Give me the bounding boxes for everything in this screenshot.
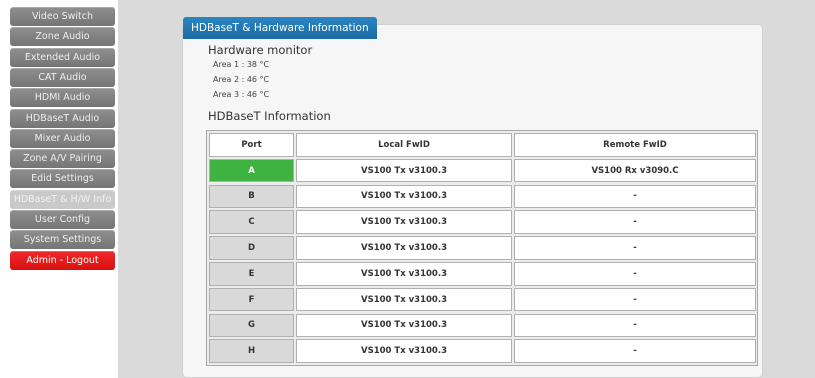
sidebar-item-zone-audio[interactable]: Zone Audio: [10, 27, 115, 47]
area-3-temperature: Area 3 : 46 °C: [213, 90, 270, 99]
sidebar-item-zone-a-v-pairing[interactable]: Zone A/V Pairing: [10, 149, 115, 169]
remote-fwid-cell: -: [514, 339, 756, 363]
remote-fwid-cell: VS100 Rx v3090.C: [514, 158, 756, 183]
sidebar-item-extended-audio[interactable]: Extended Audio: [10, 47, 115, 67]
sidebar-item-hdbaset-h-w-info[interactable]: HDBaseT & H/W Info: [10, 189, 115, 209]
hdbaset-info-title: HDBaseT Information: [208, 109, 331, 123]
port-cell: E: [209, 262, 294, 286]
table-header-port: Port: [209, 133, 294, 157]
local-fwid-cell: VS100 Tx v3100.3: [296, 339, 512, 363]
local-fwid-cell: VS100 Tx v3100.3: [296, 236, 512, 260]
panel-tab-title: HDBaseT & Hardware Information: [183, 17, 377, 39]
sidebar-item-user-config[interactable]: User Config: [10, 210, 115, 229]
table-header-local-fwid: Local FwID: [296, 133, 512, 157]
remote-fwid-cell: -: [514, 236, 756, 260]
local-fwid-cell: VS100 Tx v3100.3: [296, 158, 512, 183]
remote-fwid-cell: -: [514, 210, 756, 234]
local-fwid-cell: VS100 Tx v3100.3: [296, 262, 512, 286]
port-cell: B: [209, 184, 294, 209]
port-cell: H: [209, 339, 294, 363]
port-cell: C: [209, 210, 294, 234]
local-fwid-cell: VS100 Tx v3100.3: [296, 210, 512, 234]
sidebar-item-hdbaset-audio[interactable]: HDBaseT Audio: [10, 108, 115, 128]
remote-fwid-cell: -: [514, 262, 756, 286]
remote-fwid-cell: -: [514, 287, 756, 312]
port-cell: A: [209, 158, 294, 183]
port-cell: G: [209, 313, 294, 338]
sidebar-item-hdmi-audio[interactable]: HDMI Audio: [10, 88, 115, 108]
port-cell: F: [209, 287, 294, 312]
sidebar-item-edid-settings[interactable]: Edid Settings: [10, 169, 115, 189]
area-2-temperature: Area 2 : 46 °C: [213, 75, 270, 84]
remote-fwid-cell: -: [514, 313, 756, 338]
hardware-monitor-title: Hardware monitor: [208, 43, 313, 57]
local-fwid-cell: VS100 Tx v3100.3: [296, 184, 512, 209]
sidebar-item-cat-audio[interactable]: CAT Audio: [10, 67, 115, 87]
area-1-temperature: Area 1 : 38 °C: [213, 60, 270, 69]
sidebar-item-video-switch[interactable]: Video Switch: [10, 7, 115, 26]
hdbaset-info-table: Port Local FwID Remote FwID A VS100 Tx v3100…: [206, 130, 758, 366]
local-fwid-cell: VS100 Tx v3100.3: [296, 287, 512, 312]
sidebar-item-mixer-audio[interactable]: Mixer Audio: [10, 128, 115, 148]
remote-fwid-cell: -: [514, 184, 756, 209]
port-cell: D: [209, 236, 294, 260]
local-fwid-cell: VS100 Tx v3100.3: [296, 313, 512, 338]
sidebar-item-admin-logout[interactable]: Admin - Logout: [10, 250, 115, 270]
sidebar-nav: Video Switch Zone Audio Extended Audio CAT …: [0, 0, 121, 378]
sidebar-item-system-settings[interactable]: System Settings: [10, 230, 115, 250]
table-header-remote-fwid: Remote FwID: [514, 133, 756, 157]
